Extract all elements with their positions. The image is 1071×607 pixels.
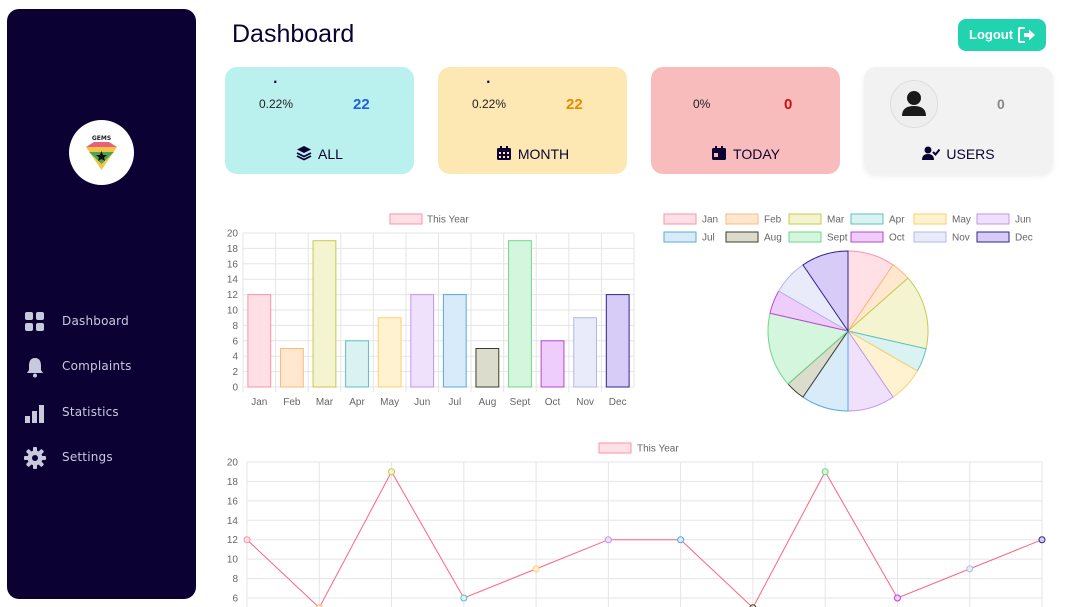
legend-swatch: [850, 213, 884, 225]
x-tick-label: Feb: [283, 397, 301, 408]
y-tick-label: 12: [227, 290, 239, 301]
bar: [573, 317, 598, 388]
bar: [247, 294, 272, 388]
y-tick-label: 14: [227, 275, 239, 286]
y-tick-label: 12: [227, 535, 239, 546]
legend-swatch: [976, 231, 1010, 243]
legend-label: Dec: [1015, 233, 1033, 244]
legend-label: Nov: [952, 233, 970, 244]
legend-label: Jan: [702, 215, 718, 226]
x-tick-label: Sept: [510, 397, 531, 408]
legend-label: Aug: [764, 233, 782, 244]
x-tick-label: Aug: [478, 397, 496, 408]
y-tick-label: 10: [227, 555, 239, 566]
data-point: [893, 594, 901, 602]
y-tick-label: 20: [227, 229, 239, 240]
bar: [605, 294, 630, 388]
data-point: [966, 565, 974, 573]
y-tick-label: 4: [232, 352, 238, 363]
bar: [442, 294, 467, 388]
data-point: [821, 468, 829, 476]
bar: [345, 340, 369, 388]
y-tick-label: 18: [227, 244, 239, 255]
legend-swatch: [663, 213, 697, 225]
y-tick-label: 20: [227, 458, 239, 469]
bar: [410, 294, 435, 388]
y-tick-label: 6: [232, 594, 238, 605]
y-tick-label: 16: [227, 259, 239, 270]
bar: [508, 240, 532, 388]
bar: [475, 348, 500, 388]
legend-label: Mar: [827, 215, 845, 226]
legend-swatch: [725, 213, 759, 225]
legend-swatch: [913, 231, 947, 243]
legend-swatch: [850, 231, 884, 243]
legend-label: May: [952, 215, 971, 226]
y-tick-label: 16: [227, 496, 239, 507]
x-tick-label: Nov: [576, 397, 594, 408]
x-tick-label: May: [380, 397, 399, 408]
x-tick-label: Apr: [349, 397, 365, 408]
y-tick-label: 18: [227, 477, 239, 488]
legend-label: Jun: [1015, 215, 1031, 226]
legend-swatch: [725, 231, 759, 243]
legend-label: Feb: [764, 215, 782, 226]
legend-label: Sept: [827, 233, 848, 244]
legend-label: This Year: [637, 444, 679, 455]
y-tick-label: 6: [232, 336, 238, 347]
bar: [279, 348, 304, 388]
x-tick-label: Oct: [545, 397, 561, 408]
data-point: [1038, 536, 1046, 544]
legend-swatch: [913, 213, 947, 225]
legend-label: This Year: [427, 215, 469, 226]
legend-label: Oct: [889, 233, 905, 244]
legend-swatch: [788, 213, 822, 225]
data-point: [460, 594, 468, 602]
bar: [312, 240, 337, 388]
x-tick-label: Jun: [414, 397, 430, 408]
data-point: [243, 536, 251, 544]
x-tick-label: Jan: [251, 397, 267, 408]
legend-swatch: [663, 231, 697, 243]
legend-swatch: [598, 442, 632, 454]
charts-layer: This Year 0 2 4 6 8 10 12 14 16 18 20 Jan Feb Mar Apr Ma…: [227, 213, 1046, 607]
legend-label: Jul: [702, 233, 715, 244]
legend-label: Apr: [889, 215, 905, 226]
y-tick-label: 8: [232, 574, 238, 585]
y-tick-label: 8: [232, 321, 238, 332]
data-point: [388, 468, 396, 476]
bar: [540, 340, 565, 388]
y-tick-label: 14: [227, 516, 239, 527]
bar: [377, 317, 402, 388]
y-tick-label: 10: [227, 306, 239, 317]
legend-swatch: [976, 213, 1010, 225]
data-point: [604, 536, 612, 544]
x-tick-label: Jul: [448, 397, 461, 408]
legend-swatch: [788, 231, 822, 243]
x-tick-label: Dec: [609, 397, 627, 408]
data-point: [532, 565, 540, 573]
y-tick-label: 0: [232, 383, 238, 394]
x-tick-label: Mar: [316, 397, 334, 408]
data-point: [677, 536, 685, 544]
y-tick-label: 2: [232, 367, 238, 378]
legend-swatch: [389, 213, 423, 225]
